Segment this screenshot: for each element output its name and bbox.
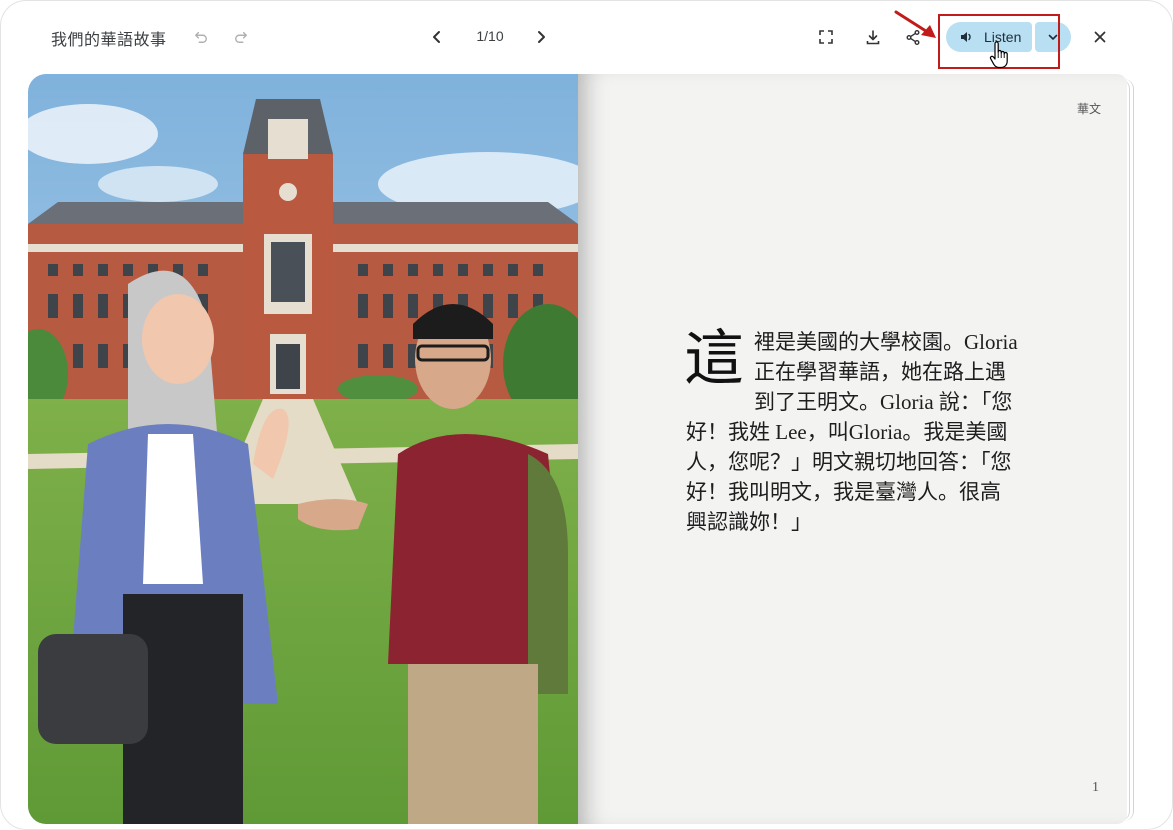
book-viewer-window: 我們的華語故事 1/10 Listen 華文 這 裡是美國的大學校園。Glori…: [0, 0, 1173, 830]
book-title: 我們的華語故事: [51, 32, 167, 49]
close-button[interactable]: [1086, 23, 1114, 51]
redo-icon: [235, 31, 247, 43]
story-illustration: [28, 74, 578, 824]
fullscreen-button[interactable]: [812, 23, 840, 51]
text-page: 華文 這 裡是美國的大學校園。Gloria 正在學習華語，她在路上遇到了王明文。…: [578, 74, 1127, 824]
toolbar: 我們的華語故事 1/10 Listen: [1, 1, 1172, 71]
chevron-left-icon: [433, 31, 440, 43]
language-tag: 華文: [1076, 102, 1101, 116]
dropcap: 這: [684, 324, 744, 394]
hand-pointer-cursor-icon: [989, 41, 1008, 69]
close-icon: [1094, 31, 1106, 43]
page-indicator: 1/10: [476, 28, 504, 44]
annotation-arrow-icon: [894, 10, 936, 38]
page-number: 1: [1092, 780, 1099, 795]
download-button[interactable]: [859, 23, 887, 51]
undo-icon: [195, 31, 207, 43]
redo-button[interactable]: [227, 23, 255, 51]
chevron-right-icon: [538, 31, 545, 43]
story-text-block: 這 裡是美國的大學校園。Gloria 正在學習華語，她在路上遇到了王明文。Glo…: [684, 324, 1018, 537]
download-icon: [866, 29, 880, 44]
previous-page-button[interactable]: [423, 23, 451, 51]
undo-button[interactable]: [187, 23, 215, 51]
fullscreen-icon: [819, 30, 833, 44]
illustration-page: [28, 74, 578, 824]
next-page-button[interactable]: [527, 23, 555, 51]
